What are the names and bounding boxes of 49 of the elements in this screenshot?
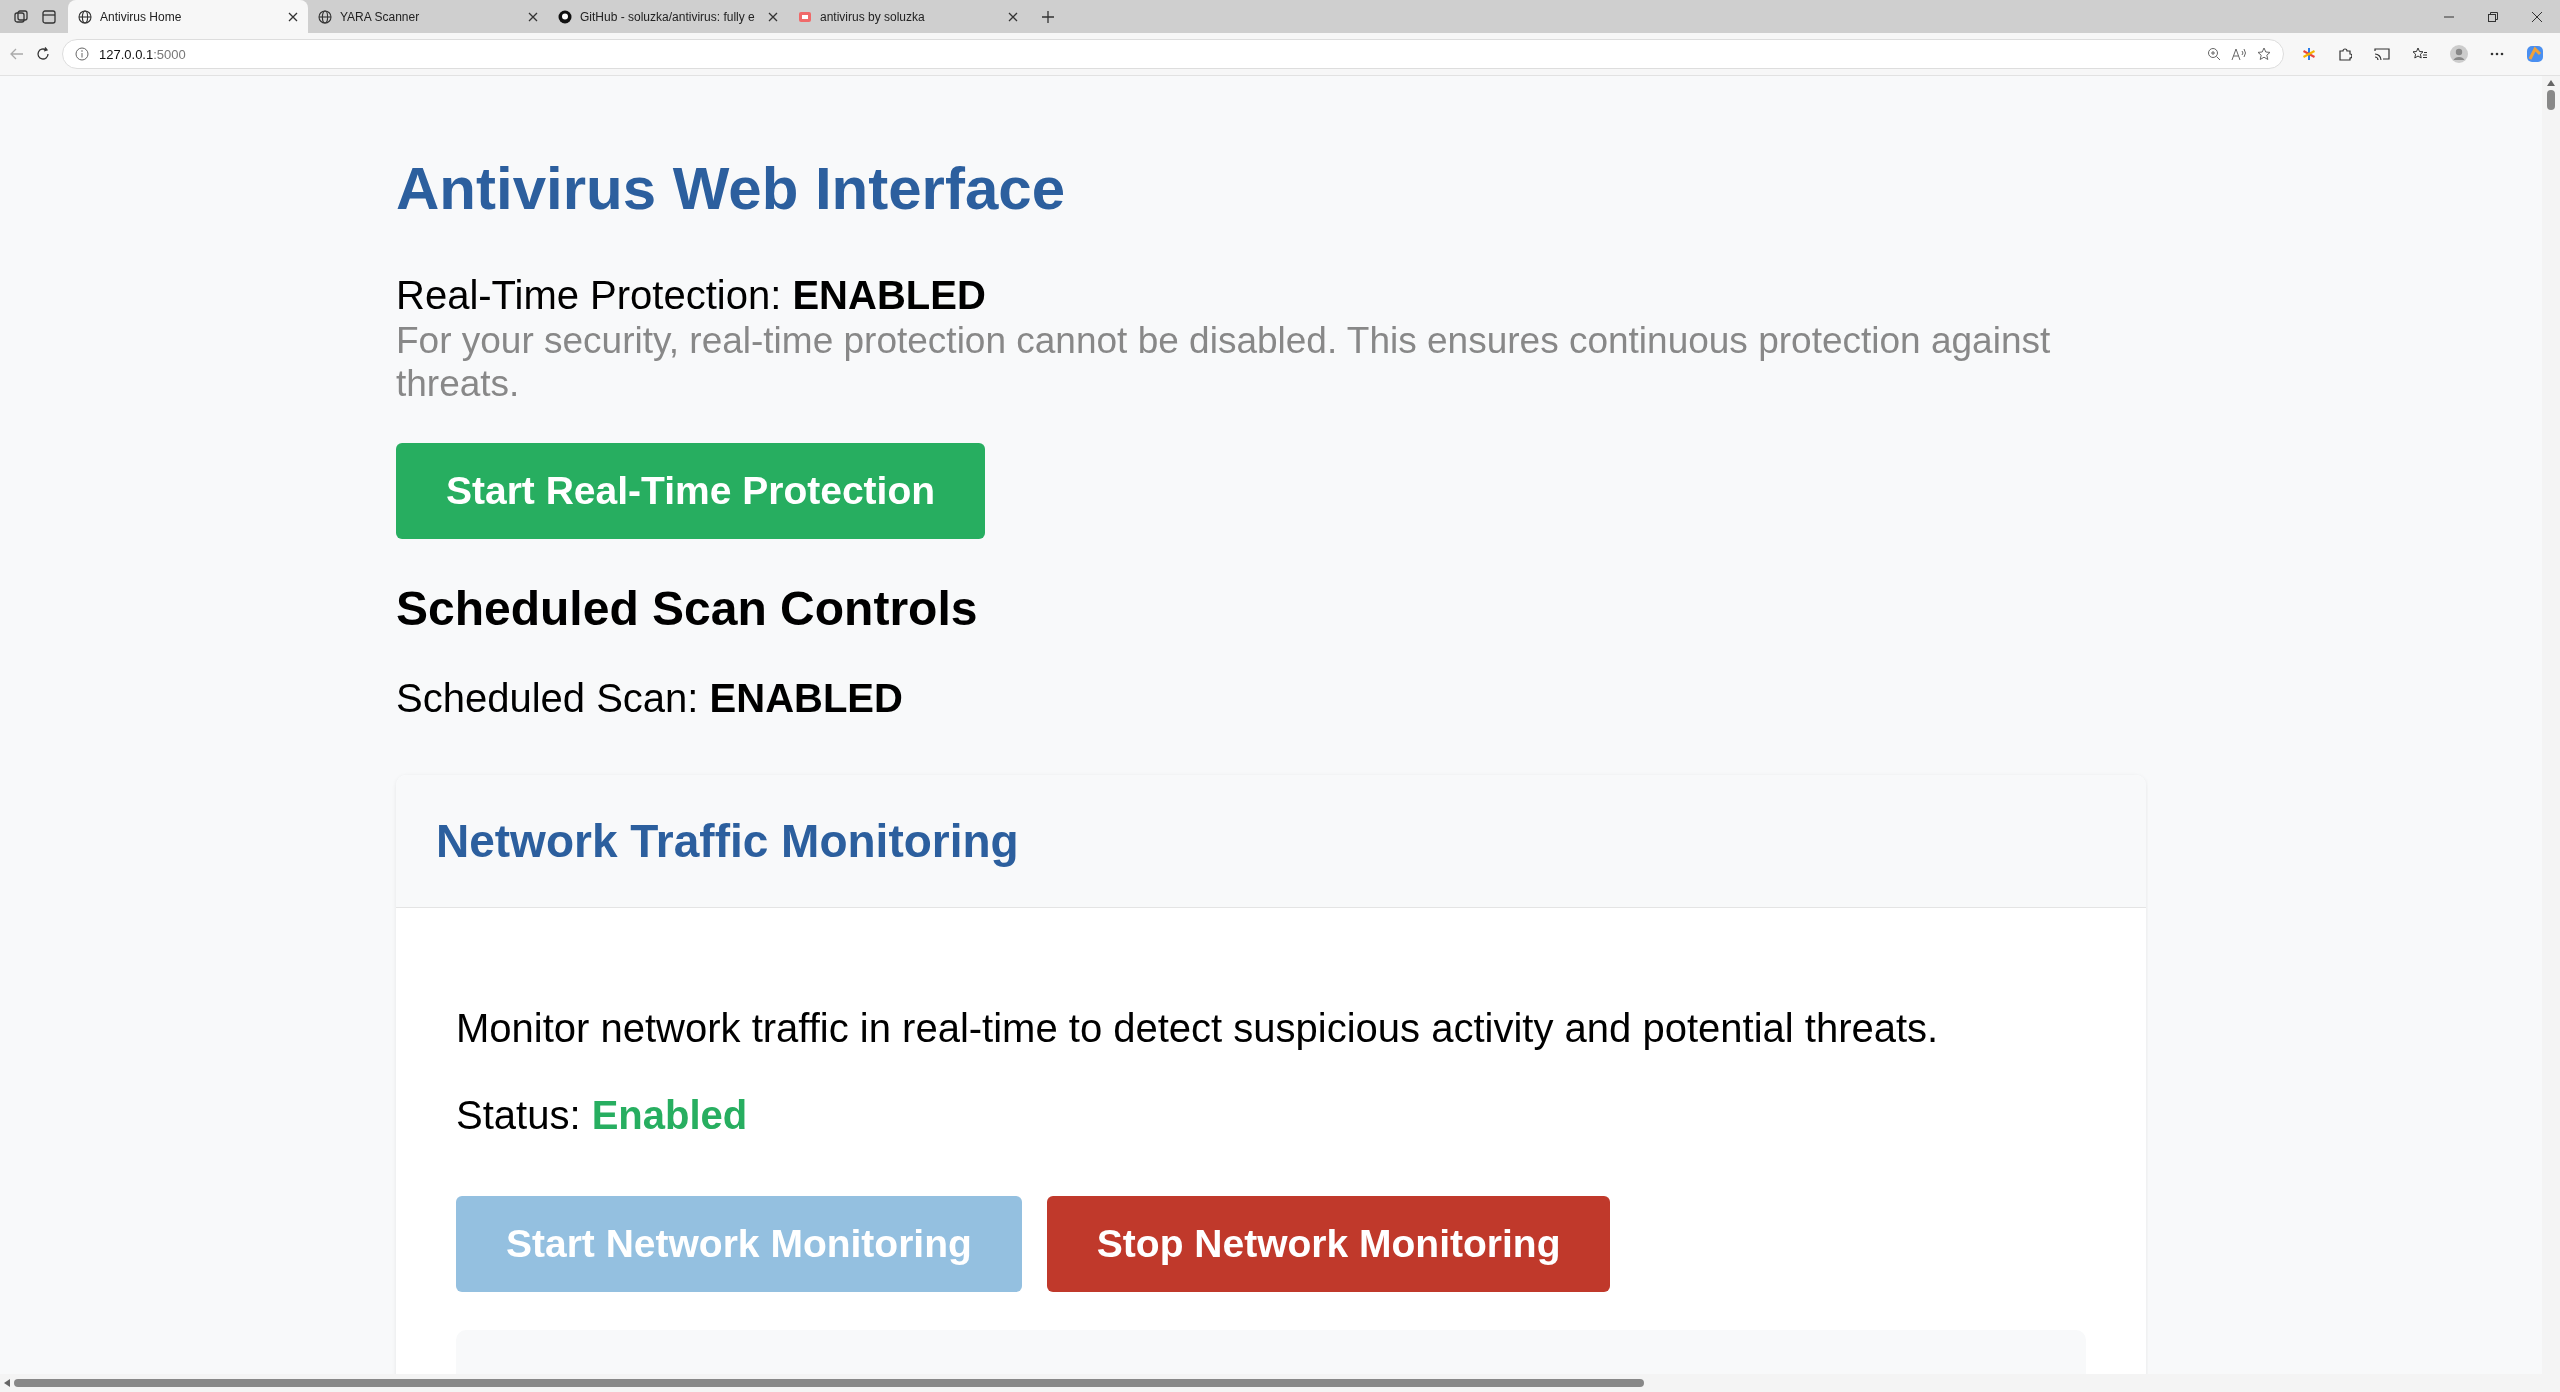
scheduled-scan-status: Scheduled Scan: ENABLED [396,676,904,722]
close-icon[interactable] [528,11,538,22]
tab-title: antivirus by soluzka [820,9,926,24]
site-logo-icon [798,9,812,24]
globe-icon [78,9,92,24]
browser-tab[interactable]: YARA Scanner [308,0,548,33]
horizontal-scrollbar[interactable] [0,1374,2542,1392]
puzzle-icon[interactable] [2338,47,2352,61]
reload-icon[interactable] [36,47,50,61]
scroll-up-icon[interactable] [2547,80,2555,86]
assistant-logo-icon[interactable] [2526,45,2544,63]
browser-tab[interactable]: GitHub - soluzka/antivirus: fully e [548,0,788,33]
vertical-scrollbar[interactable] [2542,76,2560,1392]
favorites-icon[interactable] [2412,47,2428,61]
address-bar[interactable]: 127.0.0.1:5000 [62,39,2284,69]
browser-tab[interactable]: Antivirus Home [68,0,308,33]
url-text: 127.0.0.1:5000 [99,46,187,62]
section-heading: Scheduled Scan Controls [396,581,979,637]
avatar-icon[interactable] [2450,45,2468,63]
cast-icon[interactable] [2374,47,2390,61]
scrollbar-thumb[interactable] [14,1379,1644,1387]
scrollbar-thumb[interactable] [2547,90,2555,110]
globe-icon [318,9,332,24]
more-icon[interactable] [2490,52,2504,56]
tab-title: YARA Scanner [340,9,421,24]
browser-tab[interactable]: antivirus by soluzka [788,0,1028,33]
tab-actions-icon[interactable] [42,9,56,24]
restore-icon[interactable] [2488,11,2498,22]
read-aloud-icon[interactable] [2231,47,2247,61]
sparkle-icon[interactable] [2302,47,2316,61]
tab-title: Antivirus Home [100,9,183,24]
close-icon[interactable] [1008,11,1018,22]
close-icon[interactable] [2532,11,2542,22]
card-description: Monitor network traffic in real-time to detect suspicious activity and potential threats. [456,1006,1940,1052]
stop-monitoring-button[interactable]: Stop Network Monitoring [1046,1196,1611,1293]
new-tab-icon[interactable] [1042,10,1054,23]
protection-note: For your security, real-time protection cannot be disabled. This ensures continuous protection against threats. [396,320,2052,406]
protection-status: Real-Time Protection: ENABLED [396,273,987,318]
page-title: Antivirus Web Interface [396,154,1067,223]
close-icon[interactable] [768,11,778,22]
workspaces-icon[interactable] [14,9,28,24]
card-title: Network Traffic Monitoring [436,814,1019,869]
monitoring-status: Status: Enabled [456,1093,749,1139]
star-icon[interactable] [2257,47,2271,61]
close-icon[interactable] [288,11,298,22]
scroll-left-icon[interactable] [4,1379,10,1387]
info-icon[interactable] [75,47,89,61]
zoom-icon[interactable] [2207,47,2221,61]
tab-title: GitHub - soluzka/antivirus: fully e [580,9,756,24]
